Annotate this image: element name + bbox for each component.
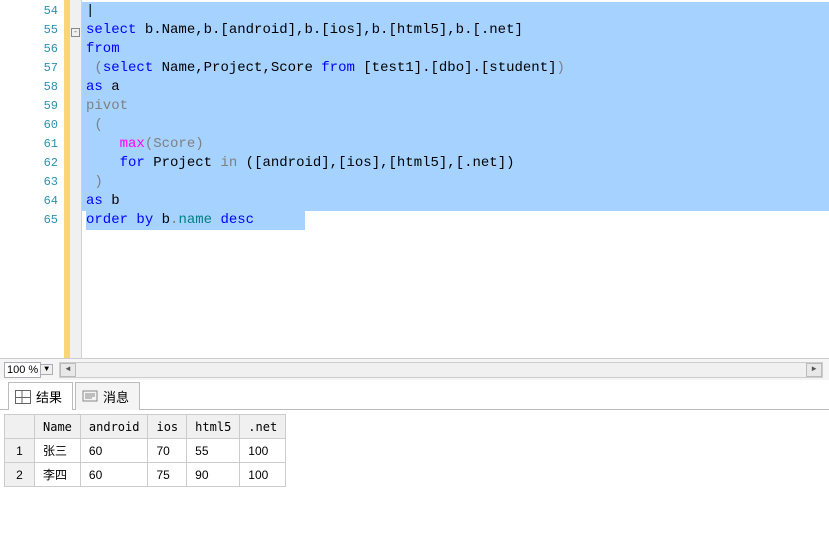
code-line: (select Name,Project,Score from [test1].…: [82, 59, 829, 78]
line-number: 62: [0, 154, 58, 173]
line-number: 64: [0, 192, 58, 211]
col-header[interactable]: ios: [148, 415, 187, 439]
fold-gutter: -: [70, 0, 82, 358]
messages-icon: [82, 390, 98, 404]
zoom-bar: 100 %▼ ◄ ►: [0, 358, 829, 380]
cell[interactable]: 张三: [35, 439, 81, 463]
line-number: 54: [0, 2, 58, 21]
code-line: as b: [82, 192, 829, 211]
code-line: select b.Name,b.[android],b.[ios],b.[htm…: [82, 21, 829, 40]
tab-label: 结果: [36, 387, 62, 406]
horizontal-scrollbar[interactable]: ◄ ►: [59, 362, 823, 378]
scroll-right-icon[interactable]: ►: [806, 363, 822, 377]
line-number: 61: [0, 135, 58, 154]
code-line: pivot: [82, 97, 829, 116]
fold-toggle-icon[interactable]: -: [71, 28, 80, 37]
sql-editor: 54 55 56 57 58 59 60 61 62 63 64 65 - | …: [0, 0, 829, 380]
cell[interactable]: 55: [187, 439, 240, 463]
line-number-gutter: 54 55 56 57 58 59 60 61 62 63 64 65: [0, 0, 64, 358]
col-header[interactable]: Name: [35, 415, 81, 439]
tab-messages[interactable]: 消息: [75, 382, 140, 410]
code-line: order by b.name desc: [82, 211, 829, 230]
cell[interactable]: 75: [148, 463, 187, 487]
code-container: 54 55 56 57 58 59 60 61 62 63 64 65 - | …: [0, 0, 829, 358]
code-line: |: [82, 2, 829, 21]
line-number: 56: [0, 40, 58, 59]
zoom-level-select[interactable]: 100 %: [4, 362, 41, 378]
cell[interactable]: 100: [240, 463, 286, 487]
line-number: 63: [0, 173, 58, 192]
scroll-left-icon[interactable]: ◄: [60, 363, 76, 377]
tab-results[interactable]: 结果: [8, 382, 73, 410]
col-header[interactable]: .net: [240, 415, 286, 439]
results-tabs: 结果 消息: [0, 380, 829, 410]
row-number: 2: [5, 463, 35, 487]
line-number: 55: [0, 21, 58, 40]
line-number: 57: [0, 59, 58, 78]
grid-icon: [15, 390, 31, 404]
col-header[interactable]: html5: [187, 415, 240, 439]
results-table[interactable]: Name android ios html5 .net 1 张三 60 70 5…: [4, 414, 286, 487]
code-line: as a: [82, 78, 829, 97]
code-line: max(Score): [82, 135, 829, 154]
code-line: for Project in ([android],[ios],[html5],…: [82, 154, 829, 173]
cell[interactable]: 60: [80, 439, 148, 463]
col-header[interactable]: [5, 415, 35, 439]
cell[interactable]: 70: [148, 439, 187, 463]
cell[interactable]: 100: [240, 439, 286, 463]
code-line: ): [82, 173, 829, 192]
col-header[interactable]: android: [80, 415, 148, 439]
cell[interactable]: 60: [80, 463, 148, 487]
line-number: 60: [0, 116, 58, 135]
chevron-down-icon[interactable]: ▼: [41, 364, 53, 375]
table-row[interactable]: 2 李四 60 75 90 100: [5, 463, 286, 487]
line-number: 65: [0, 211, 58, 230]
table-header-row: Name android ios html5 .net: [5, 415, 286, 439]
code-text-area[interactable]: | select b.Name,b.[android],b.[ios],b.[h…: [82, 0, 829, 358]
cell[interactable]: 李四: [35, 463, 81, 487]
cell[interactable]: 90: [187, 463, 240, 487]
code-line: from: [82, 40, 829, 59]
table-row[interactable]: 1 张三 60 70 55 100: [5, 439, 286, 463]
tab-label: 消息: [103, 387, 129, 406]
results-panel: Name android ios html5 .net 1 张三 60 70 5…: [0, 410, 829, 542]
line-number: 58: [0, 78, 58, 97]
line-number: 59: [0, 97, 58, 116]
code-line: (: [82, 116, 829, 135]
row-number: 1: [5, 439, 35, 463]
